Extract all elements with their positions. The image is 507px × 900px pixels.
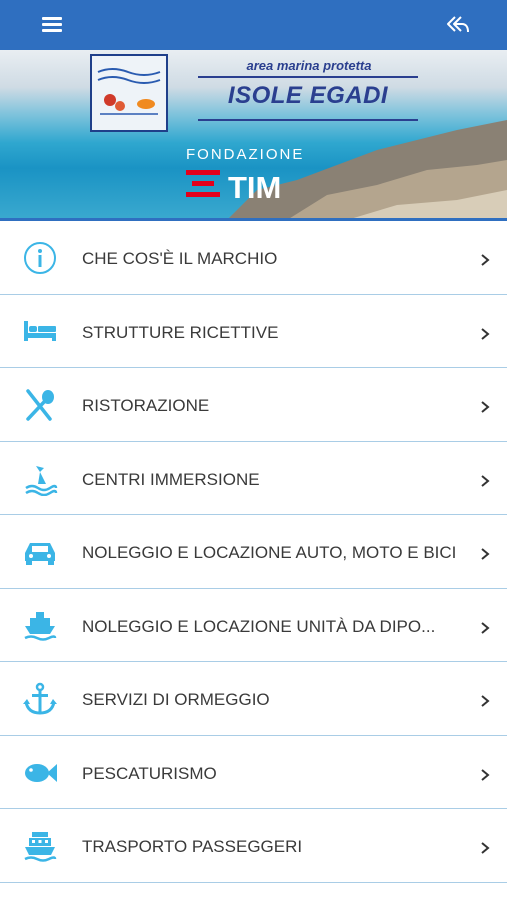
menu-item-label: STRUTTURE RICETTIVE xyxy=(82,322,279,342)
menu-item-pescaturismo[interactable]: PESCATURISMO xyxy=(0,736,507,809)
chevron-right-icon xyxy=(481,842,490,854)
fork-spoon-icon xyxy=(26,389,54,421)
chevron-right-icon xyxy=(481,695,490,707)
chevron-right-icon xyxy=(481,474,490,487)
menu-item-label: RISTORAZIONE xyxy=(82,396,210,415)
menu-item-label: CHE COS'È IL MARCHIO xyxy=(82,249,278,268)
menu-item-label: PESCATURISMO xyxy=(82,763,217,783)
menu-item-label: CENTRI IMMERSIONE xyxy=(82,469,260,489)
menu-item-immersione[interactable]: CENTRI IMMERSIONE xyxy=(0,442,507,515)
menu-item-noleggio-auto[interactable]: NOLEGGIO E LOCAZIONE AUTO, MOTO E BICI xyxy=(0,515,507,589)
chevron-right-icon xyxy=(481,327,490,340)
info-icon xyxy=(24,242,56,274)
amp-tagline: area marina protetta xyxy=(246,58,372,73)
fish-icon xyxy=(25,763,57,782)
chevron-right-icon xyxy=(481,401,490,413)
menu-item-label: SERVIZI DI ORMEGGIO xyxy=(82,690,270,709)
chevron-right-icon xyxy=(481,768,490,781)
diver-icon xyxy=(25,465,58,496)
menu-item-trasporto[interactable]: TRASPORTO PASSEGGERI xyxy=(0,809,507,883)
ferry-icon xyxy=(24,832,57,862)
header-banner: area marina protetta ISOLE EGADI FONDAZI… xyxy=(0,50,507,219)
ship-icon xyxy=(24,611,57,641)
menu-item-ormeggio[interactable]: SERVIZI DI ORMEGGIO xyxy=(0,662,507,736)
chevron-right-icon xyxy=(481,548,490,560)
menu-item-label: NOLEGGIO E LOCAZIONE UNITÀ DA DIPO... xyxy=(82,616,436,636)
menu-item-strutture[interactable]: STRUTTURE RICETTIVE xyxy=(0,295,507,368)
chevron-right-icon xyxy=(481,254,490,266)
menu-item-marchio[interactable]: CHE COS'È IL MARCHIO xyxy=(0,221,507,295)
menu-item-ristorazione[interactable]: RISTORAZIONE xyxy=(0,368,507,442)
divider xyxy=(198,119,418,121)
menu-item-label: TRASPORTO PASSEGGERI xyxy=(82,837,303,856)
amp-logo xyxy=(90,54,168,132)
menu-list: CHE COS'È IL MARCHIO STRUTTURE RICETTIVE… xyxy=(0,221,507,883)
amp-name: ISOLE EGADI xyxy=(227,82,389,109)
divider xyxy=(198,76,418,78)
menu-item-label: NOLEGGIO E LOCAZIONE AUTO, MOTO E BICI xyxy=(82,543,457,562)
sponsor-name: TIM xyxy=(228,170,282,205)
chevron-right-icon xyxy=(481,621,490,634)
bed-icon xyxy=(24,320,56,341)
hamburger-menu-icon[interactable] xyxy=(42,14,64,36)
anchor-icon xyxy=(23,682,57,715)
foundation-label: FONDAZIONE xyxy=(186,146,305,163)
top-app-bar xyxy=(0,0,507,50)
car-icon xyxy=(25,543,55,565)
reply-back-icon[interactable] xyxy=(445,13,471,37)
menu-item-noleggio-diporto[interactable]: NOLEGGIO E LOCAZIONE UNITÀ DA DIPO... xyxy=(0,589,507,662)
